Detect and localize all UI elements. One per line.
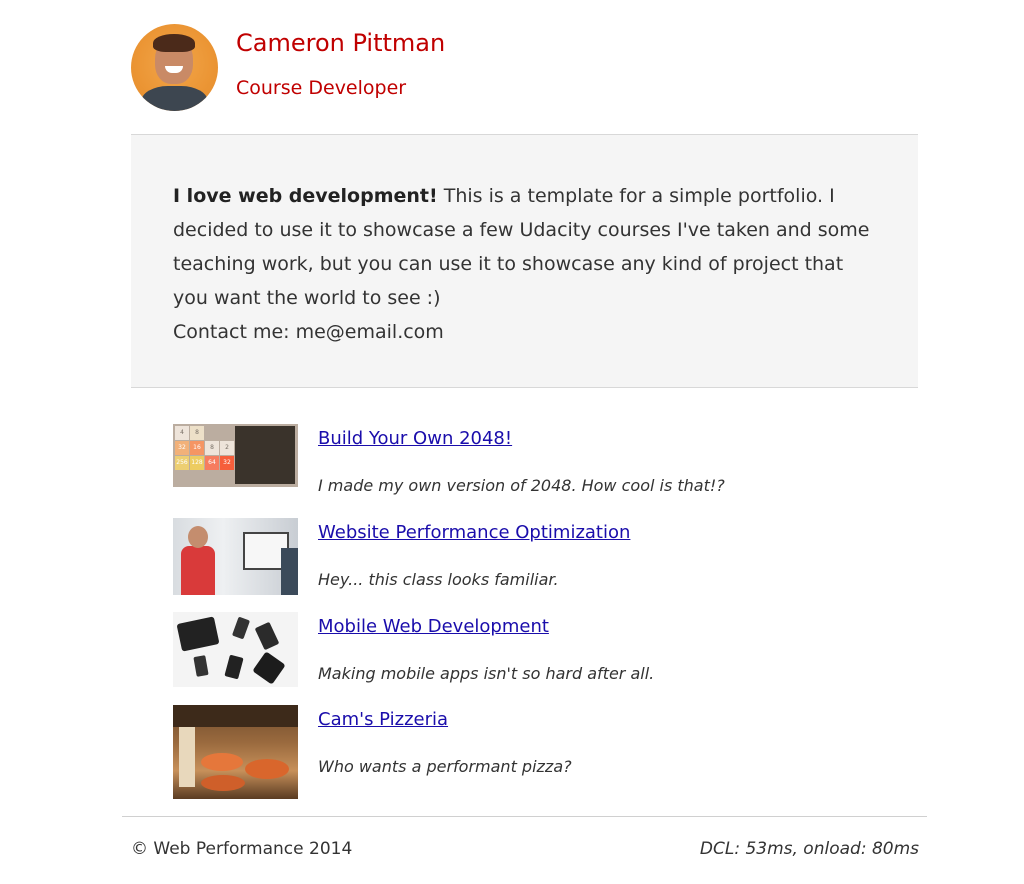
footer: © Web Performance 2014 DCL: 53ms, onload…	[122, 816, 927, 877]
project-link-2048[interactable]: Build Your Own 2048!	[318, 428, 512, 449]
list-item: Website Performance Optimization Hey... …	[173, 518, 873, 598]
intro-bold: I love web development!	[173, 185, 438, 207]
copyright-text: © Web Performance 2014	[131, 839, 353, 859]
mobile-devices-thumbnail[interactable]	[173, 612, 298, 687]
project-link-performance[interactable]: Website Performance Optimization	[318, 522, 630, 543]
classroom-photo-thumbnail[interactable]	[173, 518, 298, 595]
project-description: Who wants a performant pizza?	[318, 757, 572, 776]
list-item: Mobile Web Development Making mobile app…	[173, 612, 873, 692]
avatar	[131, 24, 218, 111]
project-description: Making mobile apps isn't so hard after a…	[318, 664, 655, 683]
list-item: Cam's Pizzeria Who wants a performant pi…	[173, 705, 873, 799]
performance-metrics: DCL: 53ms, onload: 80ms	[699, 839, 919, 859]
project-description: Hey... this class looks familiar.	[318, 570, 559, 589]
2048-game-thumbnail[interactable]: 4 8 32 16 8 2 256 128 64 32	[173, 424, 298, 487]
profile-role: Course Developer	[236, 77, 407, 99]
contact-text: Contact me: me@email.com	[173, 321, 444, 343]
profile-name: Cameron Pittman	[236, 29, 446, 57]
intro-text: I love web development! This is a templa…	[173, 179, 878, 349]
list-item: 4 8 32 16 8 2 256 128 64 32 Build Your O…	[173, 424, 873, 504]
portfolio-page: Cameron Pittman Course Developer I love …	[0, 0, 1024, 884]
pizzeria-photo-thumbnail[interactable]	[173, 705, 298, 799]
project-link-pizzeria[interactable]: Cam's Pizzeria	[318, 709, 448, 730]
intro-section: I love web development! This is a templa…	[131, 135, 918, 388]
profile-header: Cameron Pittman Course Developer	[131, 24, 918, 135]
project-description: I made my own version of 2048. How cool …	[318, 476, 725, 495]
project-link-mobile[interactable]: Mobile Web Development	[318, 616, 549, 637]
